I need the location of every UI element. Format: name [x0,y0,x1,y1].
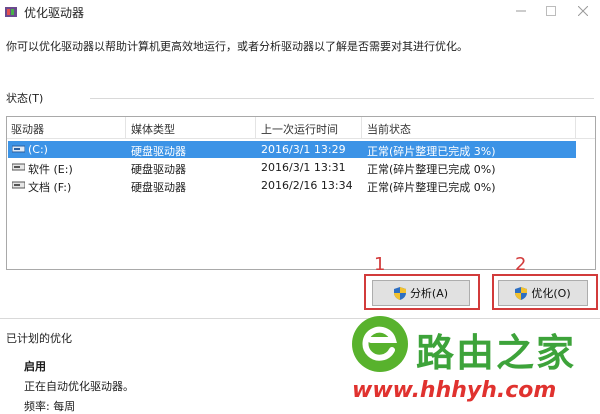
app-icon [5,7,17,17]
analyze-button[interactable]: 分析(A) [372,280,470,306]
table-row[interactable]: 软件 (E:) 硬盘驱动器 2016/3/1 13:31 正常(碎片整理已完成 … [8,159,576,176]
scheduled-frequency: 频率: 每周 [24,400,76,413]
optimize-button-label: 优化(O) [531,287,571,300]
media-type: 硬盘驱动器 [131,145,186,158]
analyze-button-label: 分析(A) [409,287,449,300]
annotation-number-1: 1 [374,254,386,275]
close-button[interactable] [568,0,598,22]
drive-status: 正常(碎片整理已完成 3%) [367,145,496,158]
watermark-e-icon [362,326,397,361]
list-header: 驱动器 媒体类型 上一次运行时间 当前状态 [7,117,595,139]
last-run: 2016/2/16 13:34 [261,179,353,192]
maximize-icon [546,6,556,16]
watermark-text: 路由之家 [416,331,577,375]
drive-icon [12,163,25,171]
column-header-status[interactable]: 当前状态 [367,121,411,137]
drive-icon [12,181,25,189]
status-label: 状态(T) [6,92,44,105]
description-text: 你可以优化驱动器以帮助计算机更高效地运行，或者分析驱动器以了解是否需要对其进行优… [6,40,468,53]
minimize-button[interactable] [506,0,536,22]
minimize-icon [516,10,526,12]
table-row[interactable]: (C:) 硬盘驱动器 2016/3/1 13:29 正常(碎片整理已完成 3%) [8,141,576,158]
drive-icon [12,145,25,153]
column-header-last-run[interactable]: 上一次运行时间 [261,121,338,137]
watermark-url: www.hhhyh.com [352,378,557,403]
last-run: 2016/3/1 13:31 [261,161,346,174]
drive-name: 软件 (E:) [28,163,73,176]
column-header-drive[interactable]: 驱动器 [11,121,44,137]
media-type: 硬盘驱动器 [131,163,186,176]
drive-list[interactable]: 驱动器 媒体类型 上一次运行时间 当前状态 (C:) 硬盘驱动器 2016/3/… [6,116,596,270]
title-bar: 优化驱动器 [0,0,600,24]
drive-status: 正常(碎片整理已完成 0%) [367,163,496,176]
annotation-number-2: 2 [515,254,527,275]
media-type: 硬盘驱动器 [131,181,186,194]
watermark-logo-icon [352,316,408,372]
drive-name: 文档 (F:) [28,181,72,194]
shield-icon [515,286,528,300]
shield-icon [393,286,406,300]
close-icon [578,6,588,16]
maximize-button[interactable] [536,0,566,22]
column-header-media[interactable]: 媒体类型 [131,121,175,137]
scheduled-title: 已计划的优化 [6,332,72,345]
window-title: 优化驱动器 [24,6,85,20]
last-run: 2016/3/1 13:29 [261,143,346,156]
scheduled-status: 正在自动优化驱动器。 [24,380,134,393]
scheduled-state: 启用 [24,360,46,373]
drive-status: 正常(碎片整理已完成 0%) [367,181,496,194]
table-row[interactable]: 文档 (F:) 硬盘驱动器 2016/2/16 13:34 正常(碎片整理已完成… [8,177,576,194]
scheduled-divider [0,318,600,319]
optimize-button[interactable]: 优化(O) [498,280,588,306]
status-divider [90,98,594,99]
drive-name: (C:) [28,143,48,156]
